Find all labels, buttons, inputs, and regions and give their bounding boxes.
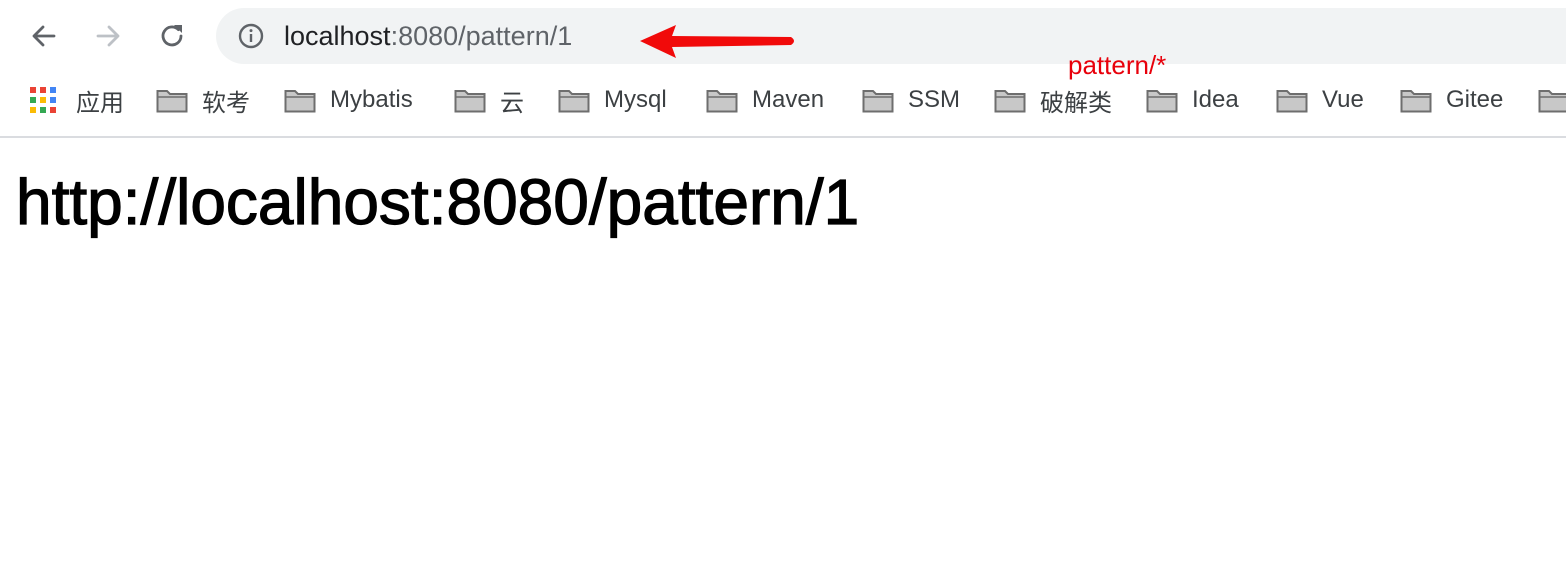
- folder-icon: [994, 90, 1026, 113]
- url-text[interactable]: localhost:8080/pattern/1: [284, 20, 572, 52]
- bookmark-label: Idea: [1192, 86, 1239, 113]
- bookmark-folder-gitee[interactable]: Gitee: [1400, 80, 1503, 120]
- bookmarks-bar: 应用 软考 Mybatis 云 Mysql Maven SSM 破解类 Idea…: [0, 80, 1566, 120]
- folder-icon: [156, 90, 188, 113]
- bookmark-folder-idea[interactable]: Idea: [1146, 80, 1239, 120]
- bookmark-folder-ruankao[interactable]: 软考: [156, 80, 250, 120]
- bookmark-folder-pojielei[interactable]: 破解类: [994, 80, 1112, 120]
- bookmark-folder-overflow[interactable]: [1538, 80, 1566, 120]
- bookmark-label: 应用: [76, 89, 124, 117]
- folder-icon: [558, 90, 590, 113]
- bookmark-folder-mybatis[interactable]: Mybatis: [284, 80, 413, 120]
- back-button[interactable]: [24, 16, 64, 56]
- arrow-right-icon: [96, 25, 120, 47]
- reload-icon: [161, 25, 183, 47]
- folder-icon: [1146, 90, 1178, 113]
- arrow-left-icon: [32, 25, 56, 47]
- bookmark-label: Maven: [752, 86, 825, 113]
- url-host: localhost: [284, 21, 391, 51]
- folder-icon: [1276, 90, 1308, 113]
- bookmark-label: Mysql: [604, 86, 667, 113]
- bookmark-label: Mybatis: [330, 86, 413, 113]
- bookmark-folder-mysql[interactable]: Mysql: [558, 80, 667, 120]
- folder-icon: [862, 90, 894, 113]
- bookmark-folder-vue[interactable]: Vue: [1276, 80, 1364, 120]
- bookmark-label: 破解类: [1040, 89, 1112, 117]
- folder-icon: [454, 90, 486, 113]
- url-path: :8080/pattern/1: [390, 21, 573, 51]
- folder-icon: [1538, 90, 1566, 113]
- browser-toolbar: localhost:8080/pattern/1 pattern/* 应用 软考…: [0, 0, 1566, 138]
- bookmark-apps[interactable]: 应用: [30, 80, 124, 120]
- page-heading: http://localhost:8080/pattern/1: [15, 165, 860, 238]
- bookmark-folder-ssm[interactable]: SSM: [862, 80, 960, 120]
- reload-button[interactable]: [152, 16, 192, 56]
- annotation-label: pattern/*: [1068, 50, 1167, 80]
- folder-icon: [1400, 90, 1432, 113]
- bookmark-label: Vue: [1322, 86, 1364, 113]
- bookmark-label: 云: [500, 89, 524, 117]
- forward-button[interactable]: [88, 16, 128, 56]
- apps-grid-icon: [30, 87, 56, 113]
- info-icon[interactable]: [238, 23, 264, 49]
- bookmark-folder-yun[interactable]: 云: [454, 80, 524, 120]
- bookmark-label: Gitee: [1446, 86, 1504, 113]
- folder-icon: [284, 90, 316, 113]
- bookmark-folder-maven[interactable]: Maven: [706, 80, 824, 120]
- annotation-arrow-icon: [640, 25, 794, 58]
- folder-icon: [706, 90, 738, 113]
- bookmark-label: 软考: [202, 89, 250, 117]
- bookmark-label: SSM: [908, 86, 961, 113]
- address-bar[interactable]: localhost:8080/pattern/1: [216, 8, 1566, 64]
